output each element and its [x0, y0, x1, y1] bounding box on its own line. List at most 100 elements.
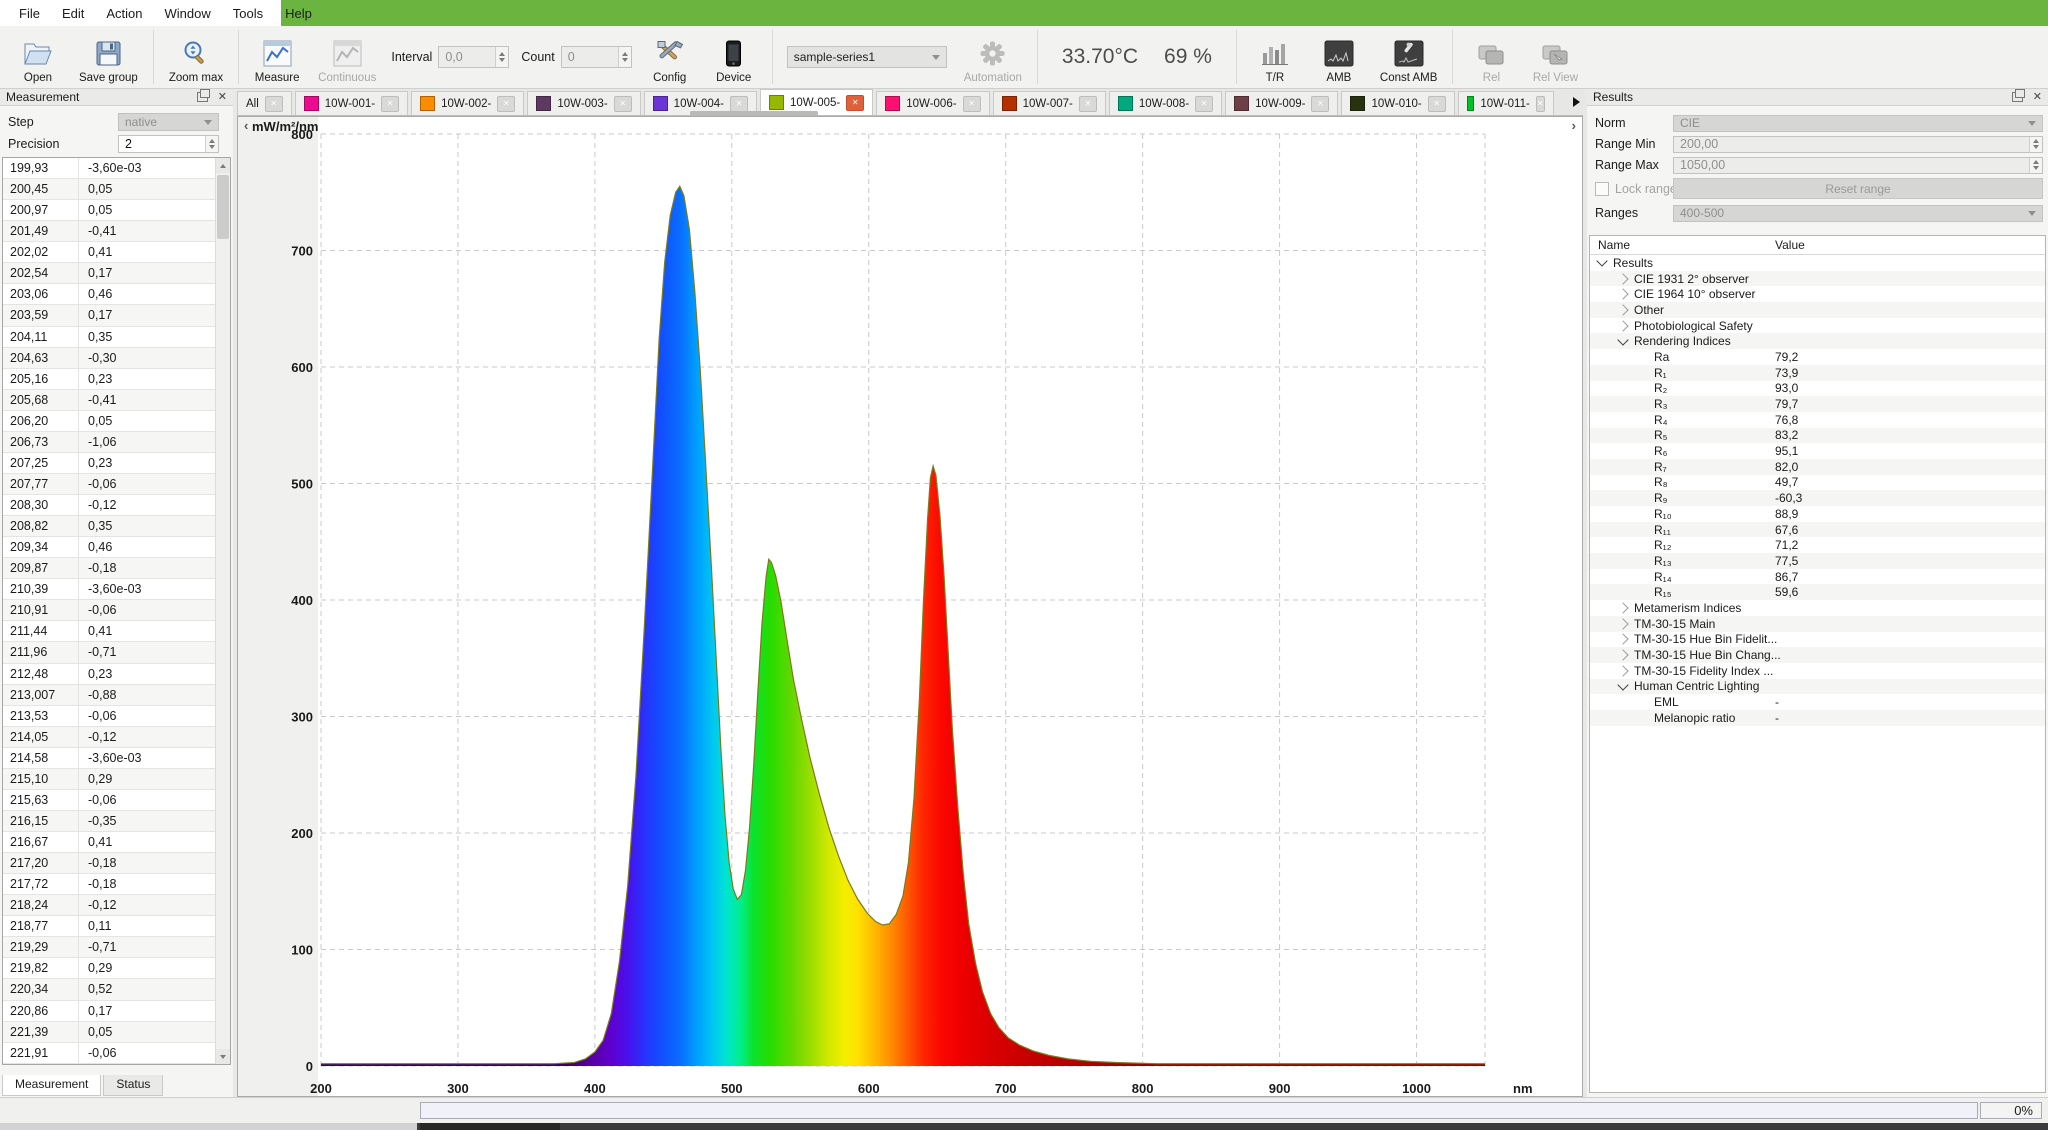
tree-item[interactable]: R₁ 73,9	[1590, 365, 2045, 381]
tree-item[interactable]: TM-30-15 Hue Bin Chang...	[1590, 647, 2045, 663]
measurement-row[interactable]: 218,77 0,11	[3, 916, 230, 937]
tab-close-icon[interactable]: ✕	[1536, 96, 1545, 112]
tree-item[interactable]: R₁₃ 77,5	[1590, 553, 2045, 569]
measurement-row[interactable]: 207,77 -0,06	[3, 474, 230, 495]
measurement-row[interactable]: 215,63 -0,06	[3, 790, 230, 811]
tree-item[interactable]: R₇ 82,0	[1590, 459, 2045, 475]
chevron-right-icon[interactable]	[1617, 665, 1628, 676]
chart-tab-10W-008-[interactable]: 10W-008- ✕	[1109, 91, 1222, 115]
step-select[interactable]: native	[118, 113, 219, 131]
close-panel-icon[interactable]: ✕	[2033, 92, 2042, 103]
range-min-spinbox[interactable]: 200,00	[1673, 136, 2043, 153]
menu-window[interactable]: Window	[156, 3, 220, 24]
lock-range-checkbox[interactable]	[1595, 182, 1609, 196]
tab-close-icon[interactable]: ✕	[265, 96, 283, 112]
chart-tab-10W-009-[interactable]: 10W-009- ✕	[1225, 91, 1338, 115]
measurement-row[interactable]: 204,11 0,35	[3, 327, 230, 348]
tab-close-icon[interactable]: ✕	[846, 95, 864, 111]
measurement-row[interactable]: 204,63 -0,30	[3, 348, 230, 369]
menu-action[interactable]: Action	[97, 3, 151, 24]
measurement-row[interactable]: 203,06 0,46	[3, 284, 230, 305]
measurement-row[interactable]: 212,48 0,23	[3, 664, 230, 685]
measurement-row[interactable]: 208,82 0,35	[3, 516, 230, 537]
tab-close-icon[interactable]: ✕	[1079, 96, 1097, 112]
tree-item[interactable]: R₁₀ 88,9	[1590, 506, 2045, 522]
tab-status[interactable]: Status	[103, 1075, 163, 1096]
chart-tab-10W-003-[interactable]: 10W-003- ✕	[527, 91, 640, 115]
tree-item[interactable]: Metamerism Indices	[1590, 600, 2045, 616]
taskbar-active-segment[interactable]	[420, 1123, 560, 1130]
tree-item[interactable]: R₅ 83,2	[1590, 428, 2045, 444]
measurement-row[interactable]: 216,67 0,41	[3, 832, 230, 853]
chevron-right-icon[interactable]	[1617, 618, 1628, 629]
menu-help[interactable]: Help	[276, 3, 321, 24]
rel-view-button[interactable]: Rel View	[1523, 26, 1587, 88]
precision-spin-arrows[interactable]	[205, 136, 218, 152]
scrollbar-thumb[interactable]	[217, 175, 229, 239]
series-select[interactable]: sample-series1	[787, 46, 947, 68]
tree-item[interactable]: Other	[1590, 302, 2045, 318]
measurement-row[interactable]: 220,34 0,52	[3, 979, 230, 1000]
tab-close-icon[interactable]: ✕	[730, 96, 748, 112]
tree-item[interactable]: Ra 79,2	[1590, 349, 2045, 365]
tree-item[interactable]: R₁₅ 59,6	[1590, 584, 2045, 600]
menu-edit[interactable]: Edit	[53, 3, 93, 24]
measurement-row[interactable]: 208,30 -0,12	[3, 495, 230, 516]
tree-item[interactable]: Results	[1590, 255, 2045, 271]
chevron-down-icon[interactable]	[1617, 679, 1628, 690]
measurement-row[interactable]: 217,20 -0,18	[3, 853, 230, 874]
range-min-spin-arrows[interactable]	[2029, 137, 2042, 152]
interval-spinbox[interactable]: 0,0	[438, 46, 509, 68]
measurement-row[interactable]: 221,39 0,05	[3, 1022, 230, 1043]
tree-item[interactable]: R₂ 93,0	[1590, 381, 2045, 397]
measurement-row[interactable]: 202,54 0,17	[3, 263, 230, 284]
measurement-row[interactable]: 205,68 -0,41	[3, 390, 230, 411]
save-group-button[interactable]: Save group	[70, 26, 147, 88]
close-panel-icon[interactable]: ✕	[218, 92, 227, 103]
chevron-right-icon[interactable]	[1617, 273, 1628, 284]
tree-item[interactable]: R₆ 95,1	[1590, 443, 2045, 459]
zoom-max-button[interactable]: Zoom max	[160, 26, 232, 88]
measurement-row[interactable]: 200,45 0,05	[3, 179, 230, 200]
tree-item[interactable]: Human Centric Lighting	[1590, 679, 2045, 695]
float-panel-icon[interactable]	[197, 92, 208, 102]
taskbar-strip[interactable]	[417, 1123, 2048, 1130]
tree-item[interactable]: R₈ 49,7	[1590, 475, 2045, 491]
tr-mode-button[interactable]: T/R	[1243, 26, 1307, 88]
tree-item[interactable]: R₄ 76,8	[1590, 412, 2045, 428]
chart-scroll-left-icon[interactable]: ‹	[244, 118, 248, 133]
chevron-down-icon[interactable]	[1596, 256, 1607, 267]
tab-close-icon[interactable]: ✕	[381, 96, 399, 112]
tree-item[interactable]: CIE 1931 2° observer	[1590, 271, 2045, 287]
measurement-row[interactable]: 218,24 -0,12	[3, 895, 230, 916]
tree-item[interactable]: EML -	[1590, 694, 2045, 710]
tree-item[interactable]: TM-30-15 Fidelity Index ...	[1590, 663, 2045, 679]
measurement-row[interactable]: 213,007 -0,88	[3, 685, 230, 706]
measure-button[interactable]: Measure	[245, 26, 309, 88]
measurement-row[interactable]: 206,73 -1,06	[3, 432, 230, 453]
scroll-up-icon[interactable]	[216, 158, 230, 173]
menu-tools[interactable]: Tools	[224, 3, 272, 24]
chart-tab-10W-010-[interactable]: 10W-010- ✕	[1341, 91, 1454, 115]
tab-close-icon[interactable]: ✕	[497, 96, 515, 112]
device-button[interactable]: Device	[702, 26, 766, 88]
measurement-row[interactable]: 205,16 0,23	[3, 369, 230, 390]
measurement-row[interactable]: 202,02 0,41	[3, 242, 230, 263]
chart-tab-10W-001-[interactable]: 10W-001- ✕	[295, 91, 408, 115]
measurement-row[interactable]: 199,93 -3,60e-03	[3, 158, 230, 179]
tree-item[interactable]: TM-30-15 Hue Bin Fidelit...	[1590, 632, 2045, 648]
measurement-row[interactable]: 206,20 0,05	[3, 411, 230, 432]
measurement-row[interactable]: 217,72 -0,18	[3, 874, 230, 895]
tabstrip-scroll-thumb[interactable]	[690, 111, 818, 116]
ranges-select[interactable]: 400-500	[1673, 205, 2043, 222]
measurement-row[interactable]: 211,44 0,41	[3, 621, 230, 642]
chevron-right-icon[interactable]	[1617, 289, 1628, 300]
measurement-row[interactable]: 211,96 -0,71	[3, 642, 230, 663]
measurement-row[interactable]: 213,53 -0,06	[3, 706, 230, 727]
chart-scroll-right-icon[interactable]: ›	[1572, 118, 1576, 133]
automation-button[interactable]: Automation	[955, 26, 1031, 88]
tree-item[interactable]: Photobiological Safety	[1590, 318, 2045, 334]
tab-measurement[interactable]: Measurement	[2, 1075, 101, 1096]
tree-item[interactable]: R₁₁ 67,6	[1590, 522, 2045, 538]
menu-file[interactable]: File	[10, 3, 49, 24]
